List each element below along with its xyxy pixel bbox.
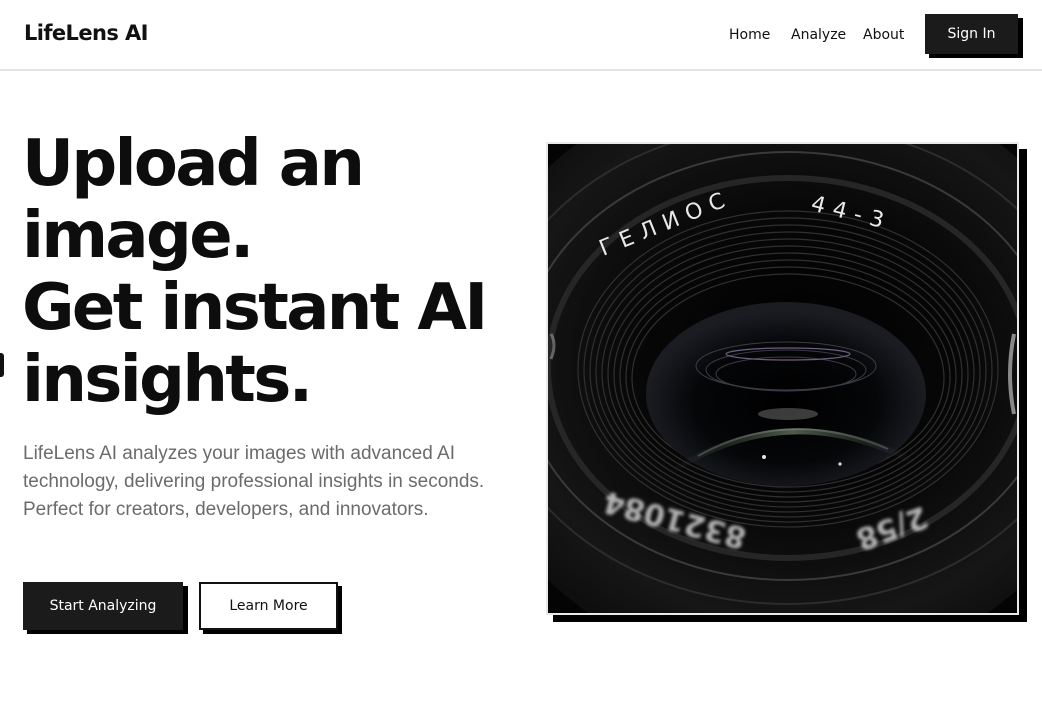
start-analyzing-button[interactable]: Start Analyzing [23,582,183,630]
sign-in-button[interactable]: Sign In [925,14,1018,54]
top-nav-bar: LifeLens AI Home Analyze About Sign In [0,0,1042,71]
hero-description: LifeLens AI analyzes your images with ad… [23,443,485,520]
camera-lens-photo: ГЕЛИОС 44-3 8321084 2/58 [548,144,1017,613]
headline-line-1: Upload an [22,127,365,201]
headline-line-3: Get instant AI [22,271,488,345]
logo[interactable]: LifeLens AI [24,21,148,45]
nav-link-analyze[interactable]: Analyze [791,27,846,43]
hero-headline: Upload an image. Get instant AI insights… [22,128,522,416]
nav-link-about[interactable]: About [863,27,904,43]
side-tab-handle[interactable] [0,353,4,377]
hero-image: ГЕЛИОС 44-3 8321084 2/58 [546,142,1019,615]
headline-line-4: insights. [22,343,313,417]
headline-line-2: image. [22,199,254,273]
nav-link-home[interactable]: Home [729,27,770,43]
learn-more-button[interactable]: Learn More [199,582,338,630]
